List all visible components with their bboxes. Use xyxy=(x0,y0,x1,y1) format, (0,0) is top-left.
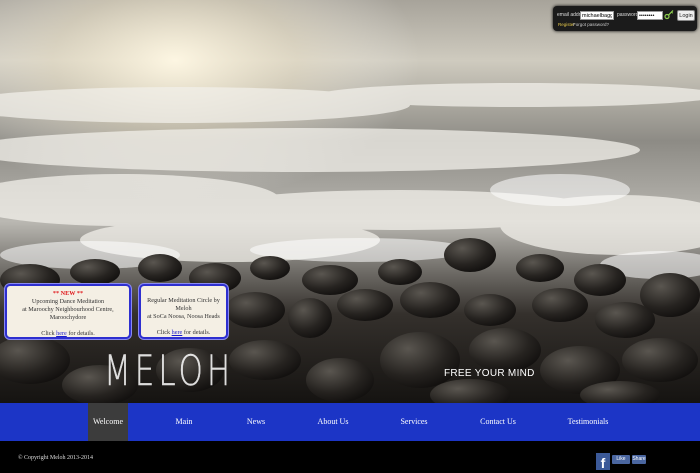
nav-item-about-us[interactable]: About Us xyxy=(308,403,358,441)
notice-location: at Maroochy Neighbourhood Centre, Marooc… xyxy=(22,306,114,321)
footer: © Copyright Meloh 2013-2014 xyxy=(0,441,700,470)
email-field[interactable] xyxy=(580,11,614,20)
notice-meditation-circle: Regular Meditation Circle by Meloh at So… xyxy=(139,284,228,339)
notice-details-line: Click here for details. xyxy=(141,329,226,337)
notice-details-line: Click here for details. xyxy=(7,330,129,338)
key-icon xyxy=(664,9,674,20)
click-text: Click xyxy=(156,329,171,336)
new-badge: ** NEW ** xyxy=(52,290,84,297)
facebook-icon[interactable]: f xyxy=(596,453,610,471)
password-label: password xyxy=(617,12,639,18)
nav-item-main[interactable]: Main xyxy=(164,403,204,441)
nav-item-welcome[interactable]: Welcome xyxy=(88,403,128,441)
copyright-text: © Copyright Meloh 2013-2014 xyxy=(18,455,94,461)
forgot-password-link[interactable]: Forgot password? xyxy=(573,22,609,27)
facebook-share-button[interactable]: Share xyxy=(632,455,646,464)
for-details-text: for details. xyxy=(183,329,211,336)
nav-item-testimonials[interactable]: Testimonials xyxy=(562,403,614,441)
login-button[interactable]: Login xyxy=(677,10,695,21)
main-nav: Welcome Main News About Us Services Cont… xyxy=(0,403,700,441)
notice-location: at SoCa Noosa, Noosa Heads xyxy=(147,313,220,320)
background-photo xyxy=(0,0,700,403)
details-link[interactable]: here xyxy=(56,330,67,337)
tagline: FREE YOUR MIND xyxy=(444,368,535,379)
details-link[interactable]: here xyxy=(172,329,183,336)
site-logo[interactable]: MELOH xyxy=(104,347,234,396)
nav-item-contact-us[interactable]: Contact Us xyxy=(472,403,524,441)
facebook-like-button[interactable]: Like xyxy=(612,455,630,464)
login-bar: email address password Login Register Fo… xyxy=(553,6,697,31)
nav-item-news[interactable]: News xyxy=(236,403,276,441)
notice-title: Regular Meditation Circle by Meloh xyxy=(147,297,220,312)
nav-item-services[interactable]: Services xyxy=(390,403,438,441)
password-field[interactable] xyxy=(637,11,663,20)
notice-title: Upcoming Dance Meditation xyxy=(31,298,105,305)
for-details-text: for details. xyxy=(68,330,95,337)
notice-dance-meditation: ** NEW ** Upcoming Dance Meditation at M… xyxy=(5,284,131,339)
click-text: Click xyxy=(41,330,55,337)
